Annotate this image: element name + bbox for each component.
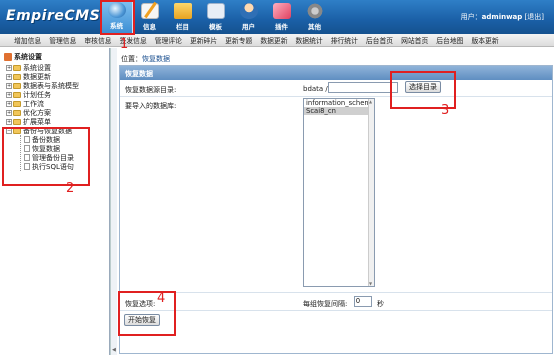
gear-icon xyxy=(305,3,324,19)
user-info: 用户：adminwap [退出] xyxy=(461,12,544,22)
nav-label: 插件 xyxy=(275,23,288,31)
folder-icon xyxy=(13,64,21,71)
panel-title: 恢复数据 xyxy=(120,66,552,80)
chevron-left-icon[interactable]: ◀ xyxy=(112,347,116,353)
db-label: 要导入的数据库: xyxy=(125,102,177,110)
annotation-number-2: 2 xyxy=(66,181,75,196)
nav-user[interactable]: 用户 xyxy=(232,0,265,34)
nav-other[interactable]: 其他 xyxy=(298,0,331,34)
expand-icon[interactable]: + xyxy=(6,109,12,116)
top-header: EmpireCMS 系统 信息 栏目 模板 用户 插件 其他 用户：adminw… xyxy=(0,0,554,34)
menu-rank-stats[interactable]: 排行统计 xyxy=(331,35,358,45)
nav-label: 用户 xyxy=(242,23,255,31)
folder-icon xyxy=(13,100,21,107)
breadcrumb-link[interactable]: 恢复数据 xyxy=(142,55,170,63)
folder-icon xyxy=(13,118,21,125)
nav-plugin[interactable]: 插件 xyxy=(265,0,298,34)
nav-label: 信息 xyxy=(143,23,156,31)
plugin-icon xyxy=(272,3,291,19)
menu-data-stats[interactable]: 数据统计 xyxy=(296,35,323,45)
restore-panel: 恢复数据 恢复数据源目录: bdata / 选择目录 要导入的数据库: info… xyxy=(119,65,553,354)
menu-manage-info[interactable]: 管理信息 xyxy=(49,35,76,45)
expand-icon[interactable]: + xyxy=(6,118,12,125)
expand-icon[interactable]: + xyxy=(6,64,12,71)
folder-icon xyxy=(13,109,21,116)
source-dir-input[interactable] xyxy=(328,82,398,93)
row-divider xyxy=(120,96,552,97)
row-divider xyxy=(120,292,552,293)
user-icon xyxy=(239,3,258,19)
menu-admin-map[interactable]: 后台地图 xyxy=(436,35,463,45)
path-prefix: bdata / xyxy=(303,85,328,93)
user-prefix: 用户： xyxy=(460,13,482,21)
nav-column[interactable]: 栏目 xyxy=(166,0,199,34)
menu-version-update[interactable]: 版本更新 xyxy=(471,35,498,45)
template-icon xyxy=(206,3,225,19)
menu-manage-comments[interactable]: 管理评论 xyxy=(155,35,182,45)
menu-site-home[interactable]: 网站首页 xyxy=(401,35,428,45)
nav-info[interactable]: 信息 xyxy=(133,0,166,34)
breadcrumb-prefix: 位置： xyxy=(121,55,142,63)
nav-label: 模板 xyxy=(209,23,222,31)
folder-icon xyxy=(13,91,21,98)
expand-icon[interactable]: + xyxy=(6,82,12,89)
menu-update-fragments[interactable]: 更新碎片 xyxy=(190,35,217,45)
tree-root-label: 系统设置 xyxy=(14,53,42,61)
annotation-box-4 xyxy=(118,291,176,336)
folder-icon xyxy=(173,3,192,19)
logo: EmpireCMS xyxy=(6,8,101,24)
sidebar: 系统设置 + 系统设置 + 数据更新 + 数据表与系统模型 + 计划任务 + 工… xyxy=(0,48,110,355)
menu-data-update[interactable]: 数据更新 xyxy=(260,35,287,45)
quick-menu-bar: 增加信息 管理信息 审核信息 签发信息 管理评论 更新碎片 更新专题 数据更新 … xyxy=(0,34,554,47)
expand-icon[interactable]: + xyxy=(6,100,12,107)
annotation-number-4: 4 xyxy=(157,291,166,306)
interval-input[interactable] xyxy=(354,296,372,307)
nav-label: 栏目 xyxy=(176,23,189,31)
annotation-number-3: 3 xyxy=(441,103,450,118)
row-divider xyxy=(120,310,552,311)
folder-icon xyxy=(13,82,21,89)
database-listbox[interactable]: information_schema Scai8_cn xyxy=(303,98,375,287)
interval-unit: 秒 xyxy=(377,300,384,308)
interval-label: 每组恢复间隔: xyxy=(303,300,348,308)
menu-update-topics[interactable]: 更新专题 xyxy=(225,35,252,45)
nav-label: 其他 xyxy=(308,23,321,31)
db-option-selected[interactable]: Scai8_cn xyxy=(304,107,374,115)
annotation-box-2 xyxy=(2,127,90,186)
menu-add-info[interactable]: 增加信息 xyxy=(14,35,41,45)
nav-template[interactable]: 模板 xyxy=(199,0,232,34)
main-content: 位置：恢复数据 恢复数据 恢复数据源目录: bdata / 选择目录 要导入的数… xyxy=(118,48,554,355)
tree-root[interactable]: 系统设置 xyxy=(4,52,79,62)
home-icon xyxy=(4,53,12,61)
sidebar-splitter[interactable]: ◀ xyxy=(110,48,117,355)
listbox-scrollbar[interactable] xyxy=(368,99,374,286)
menu-admin-home[interactable]: 后台首页 xyxy=(366,35,393,45)
logout-link[interactable]: [退出] xyxy=(525,13,544,21)
menu-review-info[interactable]: 审核信息 xyxy=(84,35,111,45)
folder-icon xyxy=(13,73,21,80)
db-option[interactable]: information_schema xyxy=(304,99,374,107)
username: adminwap xyxy=(481,13,523,21)
annotation-box-1 xyxy=(100,0,135,35)
breadcrumb: 位置：恢复数据 xyxy=(121,54,170,64)
pencil-icon xyxy=(140,3,159,19)
expand-icon[interactable]: + xyxy=(6,73,12,80)
path-label: 恢复数据源目录: xyxy=(125,86,177,94)
annotation-number-1: 1 xyxy=(120,37,129,52)
expand-icon[interactable]: + xyxy=(6,91,12,98)
